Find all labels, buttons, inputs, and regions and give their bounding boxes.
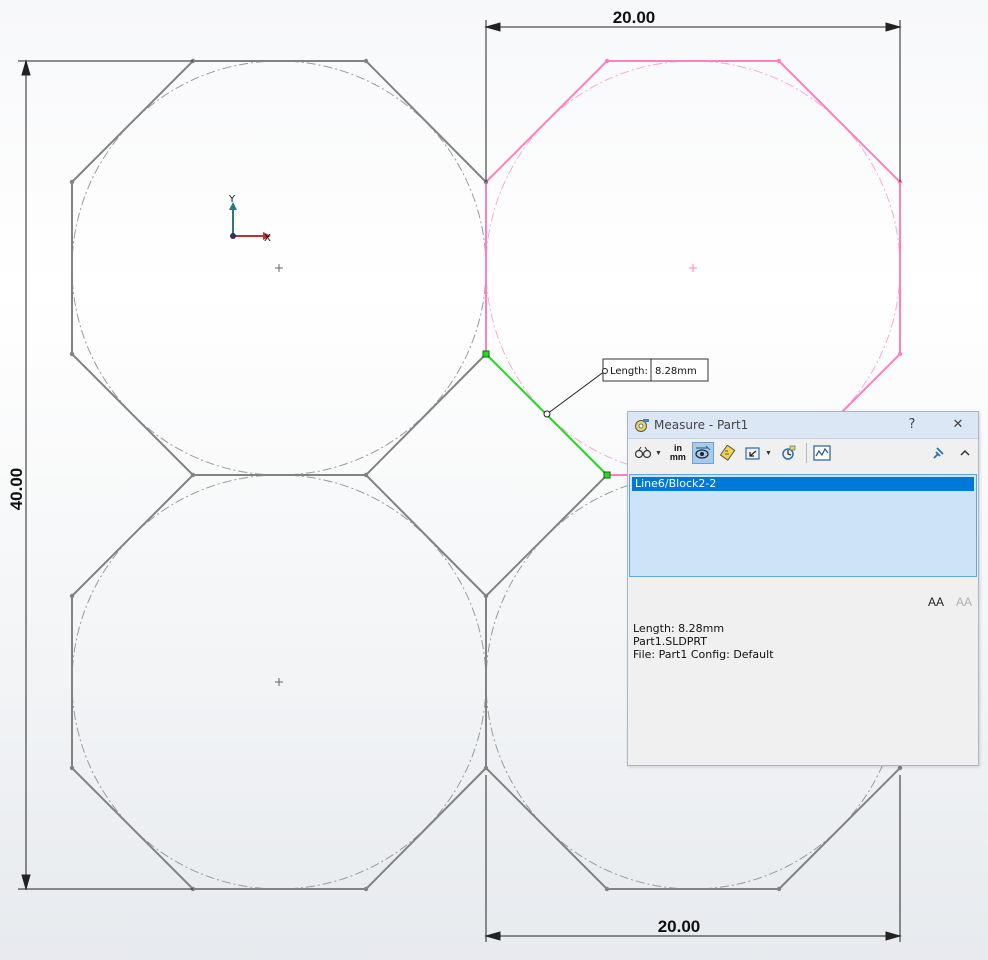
line-endpoint-start[interactable] xyxy=(482,350,490,358)
measure-tape-icon xyxy=(635,419,649,432)
units-precision-icon[interactable]: in mm xyxy=(667,442,689,464)
show-xyz-icon[interactable] xyxy=(691,442,714,464)
axis-x-label: X xyxy=(264,233,271,244)
line-endpoint-end[interactable] xyxy=(603,471,611,479)
help-button[interactable]: ? xyxy=(900,415,924,435)
close-button[interactable]: ✕ xyxy=(946,415,970,435)
result-file-config: File: Part1 Config: Default xyxy=(633,648,774,661)
length-tag-label: Length: xyxy=(610,366,648,377)
projected-on-icon[interactable] xyxy=(742,442,764,464)
origin-axes-icon: X Y xyxy=(228,194,271,244)
measure-results: Length: 8.28mm Part1.SLDPRT File: Part1 … xyxy=(633,622,774,661)
selection-list[interactable]: Line6/Block2-2 xyxy=(629,474,977,577)
toolbar-separator xyxy=(805,443,807,463)
point-to-point-icon[interactable] xyxy=(717,442,739,464)
length-tag-value: 8.28mm xyxy=(655,366,697,377)
measure-dialog-titlebar[interactable]: Measure - Part1 ? ✕ xyxy=(628,412,978,439)
units-bottom-label: mm xyxy=(669,452,686,462)
result-part-name: Part1.SLDPRT xyxy=(633,635,707,648)
font-decrease-icon: AA xyxy=(956,595,973,609)
arc-circle-measure-icon[interactable] xyxy=(632,442,654,464)
length-callout[interactable]: Length: 8.28mm xyxy=(543,358,709,418)
arc-options-dropdown-icon[interactable]: ▼ xyxy=(655,450,662,457)
dimension-bottom[interactable]: 20.00 xyxy=(658,917,701,936)
collapse-icon[interactable] xyxy=(954,442,976,464)
axis-y-label: Y xyxy=(228,194,236,205)
measure-dialog-title: Measure - Part1 xyxy=(654,418,749,432)
create-sensor-icon[interactable] xyxy=(811,442,833,464)
measure-dialog[interactable]: Measure - Part1 ? ✕ ▼ in mm ▼ Line6/Bloc… xyxy=(627,411,979,766)
dimension-top[interactable]: 20.00 xyxy=(613,8,656,27)
measurement-history-icon[interactable] xyxy=(777,442,799,464)
dimension-left[interactable]: 40.00 xyxy=(7,468,26,511)
projection-dropdown-icon[interactable]: ▼ xyxy=(765,450,772,457)
list-item[interactable]: Line6/Block2-2 xyxy=(632,477,974,491)
result-length: Length: 8.28mm xyxy=(633,622,725,635)
measure-toolbar: ▼ in mm ▼ xyxy=(628,439,978,467)
font-increase-icon[interactable]: AA xyxy=(928,595,948,613)
pin-icon[interactable] xyxy=(928,442,950,464)
